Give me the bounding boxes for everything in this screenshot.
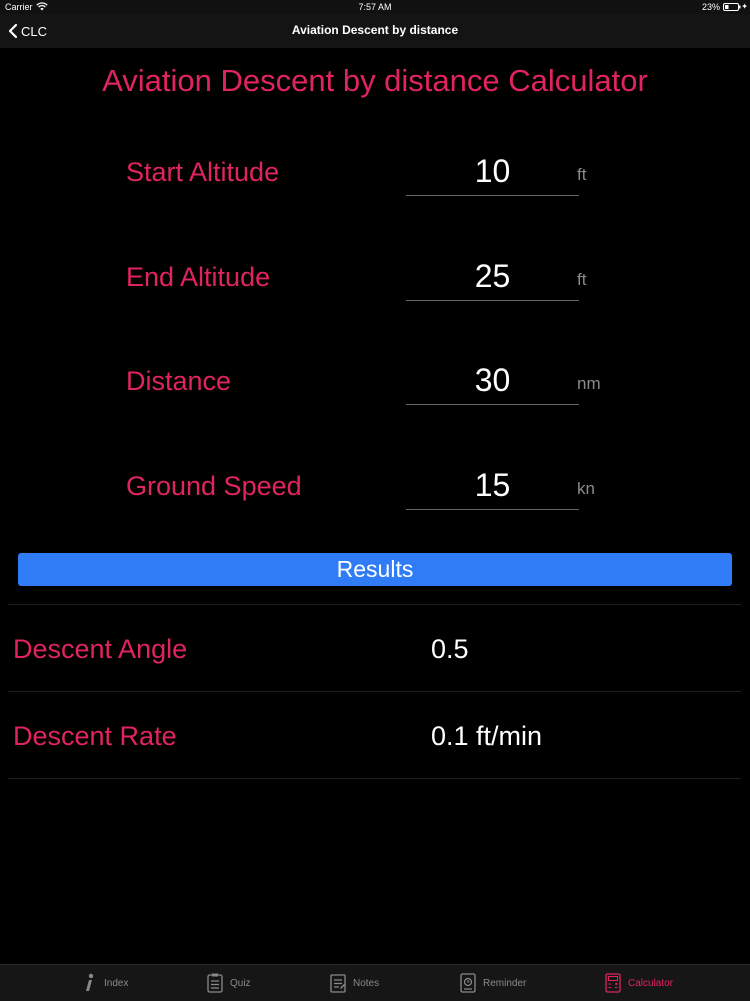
divider [8,604,741,605]
tab-quiz[interactable]: Quiz [206,965,251,1001]
quiz-icon [207,973,223,993]
tab-notes[interactable]: Notes [329,965,379,1001]
reminder-icon [460,973,476,993]
descent-rate-value: 0.1 ft/min [431,721,543,751]
descent-angle-label: Descent Angle [13,634,188,664]
calculator-icon [605,973,621,993]
descent-rate-label: Descent Rate [13,721,177,751]
end-altitude-label: End Altitude [126,262,271,292]
distance-unit: nm [577,374,601,393]
tab-calculator[interactable]: Calculator [604,965,673,1001]
start-altitude-row: Start Altitude ft [0,147,750,237]
info-icon [86,973,94,991]
divider [8,778,741,779]
tab-reminder-label: Reminder [483,977,527,989]
distance-input[interactable] [406,356,579,405]
tab-notes-label: Notes [353,977,380,989]
ground-speed-unit: kn [577,479,595,498]
ground-speed-row: Ground Speed kn [0,461,750,551]
divider [8,691,741,692]
tab-index-label: Index [104,977,129,989]
tab-calculator-label: Calculator [628,977,674,989]
ground-speed-input[interactable] [406,461,579,510]
end-altitude-unit: ft [577,270,587,289]
end-altitude-input[interactable] [406,252,579,301]
notes-icon [330,974,346,993]
clock: 7:57 AM [358,2,392,12]
start-altitude-label: Start Altitude [126,157,280,187]
tab-reminder[interactable]: Reminder [459,965,526,1001]
status-bar: Carrier 7:57 AM 23% ✦ [0,0,750,14]
nav-title: Aviation Descent by distance [291,23,459,37]
descent-angle-value: 0.5 [431,634,469,664]
page-title: Aviation Descent by distance Calculator [102,63,648,98]
battery-icon [723,3,741,11]
end-altitude-row: End Altitude ft [0,252,750,342]
distance-row: Distance nm [0,356,750,446]
tab-quiz-label: Quiz [230,977,251,989]
tab-bar: Index Quiz Notes Reminder Calculator [0,964,750,1001]
battery-percent: 23% [701,2,720,12]
navigation-bar: CLC Aviation Descent by distance [0,14,750,48]
results-button[interactable]: Results [18,553,732,586]
distance-label: Distance [126,366,232,396]
start-altitude-input[interactable] [406,147,579,196]
ground-speed-label: Ground Speed [126,471,302,501]
charging-icon: ✦ [741,2,748,11]
start-altitude-unit: ft [577,165,587,184]
tab-index[interactable]: Index [80,965,128,1001]
